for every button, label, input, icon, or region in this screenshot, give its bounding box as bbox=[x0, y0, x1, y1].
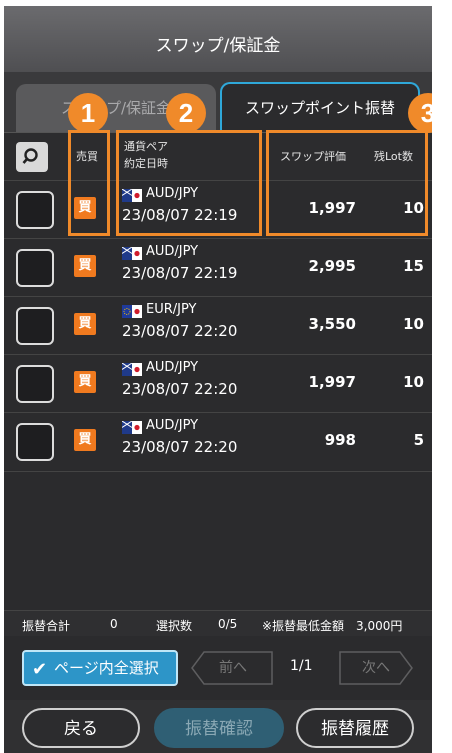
row-checkbox[interactable] bbox=[16, 249, 54, 287]
pager: ✔ ページ内全選択 前へ 1/1 次へ bbox=[4, 636, 432, 700]
swap-valuation: 3,550 bbox=[308, 315, 356, 333]
trade-datetime: 23/08/07 22:20 bbox=[122, 322, 238, 340]
minimum-amount-label: ※振替最低金額 bbox=[262, 619, 345, 633]
row-checkbox[interactable] bbox=[16, 307, 54, 345]
transfer-total-value: 0 bbox=[110, 617, 118, 631]
next-page-label: 次へ bbox=[362, 660, 390, 676]
swap-valuation: 998 bbox=[324, 431, 356, 449]
table-row: 買 EUR/JPY 23/08/07 22:20 3,550 10 bbox=[4, 296, 432, 354]
page-title: スワップ/保証金 bbox=[4, 6, 432, 72]
swap-valuation: 2,995 bbox=[308, 257, 356, 275]
row-checkbox[interactable] bbox=[16, 365, 54, 403]
callout-box-pair bbox=[116, 130, 262, 236]
selected-count-value: 0/5 bbox=[218, 617, 238, 631]
swap-valuation: 1,997 bbox=[308, 373, 356, 391]
checkmark-icon: ✔ bbox=[32, 659, 48, 680]
transfer-confirm-button[interactable]: 振替確認 bbox=[154, 708, 284, 748]
table-row: 買 AUD/JPY 23/08/07 22:20 1,997 10 bbox=[4, 354, 432, 412]
aud-jpy-flag-icon bbox=[122, 363, 142, 376]
currency-pair: EUR/JPY bbox=[146, 302, 197, 317]
buy-badge: 買 bbox=[74, 313, 96, 335]
remaining-lots: 5 bbox=[413, 431, 424, 449]
page-indicator: 1/1 bbox=[290, 658, 313, 674]
remaining-lots: 10 bbox=[403, 315, 424, 333]
minimum-amount-value: 3,000円 bbox=[356, 619, 403, 633]
currency-pair: AUD/JPY bbox=[146, 360, 199, 375]
transfer-summary: 振替合計 0 選択数 0/5 ※振替最低金額 3,000円 bbox=[4, 610, 432, 636]
buy-badge: 買 bbox=[74, 255, 96, 277]
aud-jpy-flag-icon bbox=[122, 421, 142, 434]
aud-jpy-flag-icon bbox=[122, 247, 142, 260]
search-icon bbox=[22, 148, 38, 164]
remaining-lots: 15 bbox=[403, 257, 424, 275]
eur-jpy-flag-icon bbox=[122, 305, 142, 318]
select-all-label: ページ内全選択 bbox=[54, 659, 159, 677]
prev-page-button[interactable]: 前へ bbox=[190, 650, 276, 686]
prev-page-label: 前へ bbox=[219, 660, 247, 676]
app-window: スワップ/保証金 スワップ/保証金 スワップポイント振替 売買 通貨ペア 約定日… bbox=[4, 6, 432, 753]
transfer-history-button[interactable]: 振替履歴 bbox=[296, 708, 414, 748]
buy-badge: 買 bbox=[74, 429, 96, 451]
transfer-total-label: 振替合計 bbox=[22, 619, 71, 633]
trade-datetime: 23/08/07 22:20 bbox=[122, 438, 238, 456]
buy-badge: 買 bbox=[74, 371, 96, 393]
tab-swap-point-transfer[interactable]: スワップポイント振替 bbox=[220, 82, 420, 134]
selected-count-label: 選択数 bbox=[156, 619, 193, 633]
trade-datetime: 23/08/07 22:19 bbox=[122, 264, 238, 282]
callout-number-2: 2 bbox=[166, 93, 206, 133]
action-bar: 戻る 振替確認 振替履歴 bbox=[4, 700, 432, 753]
currency-pair: AUD/JPY bbox=[146, 418, 199, 433]
tab-bar: スワップ/保証金 スワップポイント振替 bbox=[4, 72, 432, 134]
callout-box-side bbox=[68, 130, 110, 236]
search-button[interactable] bbox=[16, 142, 48, 172]
currency-pair: AUD/JPY bbox=[146, 244, 199, 259]
table-row: 買 AUD/JPY 23/08/07 22:19 2,995 15 bbox=[4, 238, 432, 296]
trade-datetime: 23/08/07 22:20 bbox=[122, 380, 238, 398]
row-checkbox[interactable] bbox=[16, 423, 54, 461]
list-empty-area bbox=[4, 471, 432, 610]
row-checkbox[interactable] bbox=[16, 191, 54, 229]
select-all-on-page-button[interactable]: ✔ ページ内全選択 bbox=[22, 650, 178, 686]
next-page-button[interactable]: 次へ bbox=[338, 650, 414, 686]
remaining-lots: 10 bbox=[403, 373, 424, 391]
back-button[interactable]: 戻る bbox=[22, 708, 140, 748]
callout-box-values bbox=[266, 130, 428, 236]
callout-number-1: 1 bbox=[68, 93, 108, 133]
table-row: 買 AUD/JPY 23/08/07 22:20 998 5 bbox=[4, 412, 432, 470]
